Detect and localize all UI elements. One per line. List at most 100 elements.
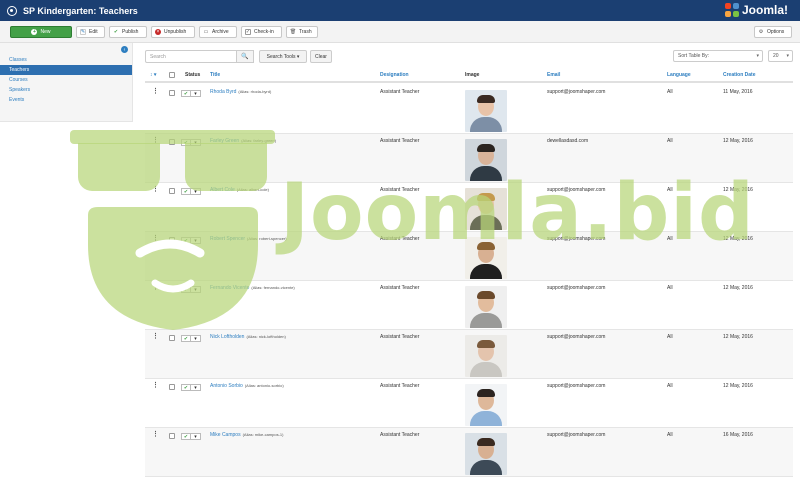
published-check-icon[interactable]: ✔ — [181, 188, 191, 195]
drag-handle-icon[interactable]: ⋮ — [152, 333, 159, 340]
published-check-icon[interactable]: ✔ — [181, 90, 191, 97]
options-button[interactable]: ⚙ Options — [754, 26, 792, 38]
sidebar-toggle-icon[interactable]: ‹ — [121, 46, 128, 53]
teacher-alias: (Alias: fernando-vicente) — [251, 285, 295, 290]
checkin-icon: ✓ — [245, 29, 251, 35]
status-toggle[interactable]: ✔ ▾ — [181, 139, 201, 146]
status-toggle[interactable]: ✔ ▾ — [181, 237, 201, 244]
status-toggle[interactable]: ✔ ▾ — [181, 433, 201, 440]
teacher-title-link[interactable]: Nick Loftholden (Alias: nick-loftholden) — [210, 334, 286, 340]
teacher-title-link[interactable]: Rhoda Byrd (Alias: rhoda-byrd) — [210, 89, 271, 95]
teacher-photo — [465, 335, 507, 377]
teacher-title-link[interactable]: Albert Cole (Alias: albert-cole) — [210, 187, 269, 193]
row-checkbox[interactable] — [169, 286, 175, 292]
language-cell: All — [667, 432, 673, 438]
drag-handle-icon[interactable]: ⋮ — [152, 186, 159, 193]
sidebar-item-speakers[interactable]: Speakers — [0, 85, 132, 95]
order-column-header[interactable]: ↕ ▾ — [150, 72, 156, 78]
status-toggle[interactable]: ✔ ▾ — [181, 384, 201, 391]
teacher-photo — [465, 90, 507, 132]
published-check-icon[interactable]: ✔ — [181, 286, 191, 293]
select-all-checkbox[interactable] — [169, 72, 175, 78]
row-checkbox[interactable] — [169, 433, 175, 439]
status-dropdown-icon[interactable]: ▾ — [191, 90, 201, 97]
sidebar-item-courses[interactable]: Courses — [0, 75, 132, 85]
teacher-alias: (Alias: mike-campos-1) — [242, 432, 284, 437]
search-input[interactable]: Search — [145, 50, 237, 63]
search-button[interactable]: 🔍 — [237, 50, 254, 63]
row-checkbox[interactable] — [169, 188, 175, 194]
status-toggle[interactable]: ✔ ▾ — [181, 286, 201, 293]
teacher-title-link[interactable]: Fernando Vicente (Alias: fernando-vicente… — [210, 285, 295, 291]
teacher-title-link[interactable]: Antonio Sorbio (Alias: antonio-sorbio) — [210, 383, 284, 389]
checkin-button[interactable]: ✓ Check-in — [241, 26, 282, 38]
title-column-header[interactable]: Title — [210, 72, 220, 78]
designation-column-header[interactable]: Designation — [380, 72, 409, 78]
status-dropdown-icon[interactable]: ▾ — [191, 286, 201, 293]
drag-handle-icon[interactable]: ⋮ — [152, 382, 159, 389]
creation-date-column-header[interactable]: Creation Date — [723, 72, 756, 78]
teacher-title-link[interactable]: Mike Campos (Alias: mike-campos-1) — [210, 432, 283, 438]
sort-select[interactable]: Sort Table By: — [673, 50, 763, 62]
archive-icon: ▭ — [203, 29, 209, 35]
email-column-header[interactable]: Email — [547, 72, 560, 78]
email-cell: support@joomshaper.com — [547, 285, 606, 291]
published-check-icon[interactable]: ✔ — [181, 335, 191, 342]
row-checkbox[interactable] — [169, 90, 175, 96]
drag-handle-icon[interactable]: ⋮ — [152, 235, 159, 242]
status-column-header[interactable]: Status — [185, 72, 200, 78]
teacher-title-link[interactable]: Robert Spencer (Alias: robert-spencer) — [210, 236, 287, 242]
sidebar-item-teachers[interactable]: Teachers — [0, 65, 132, 75]
status-dropdown-icon[interactable]: ▾ — [191, 384, 201, 391]
published-check-icon[interactable]: ✔ — [181, 139, 191, 146]
trash-button[interactable]: 🗑 Trash — [286, 26, 318, 38]
teacher-alias: (Alias: rhoda-byrd) — [238, 89, 272, 94]
unpublish-button[interactable]: × Unpublish — [151, 26, 195, 38]
drag-handle-icon[interactable]: ⋮ — [152, 88, 159, 95]
creation-date-cell: 12 May, 2016 — [723, 334, 753, 340]
joomla-brand-text: Joomla! — [741, 3, 788, 17]
status-toggle[interactable]: ✔ ▾ — [181, 90, 201, 97]
clear-button[interactable]: Clear — [310, 50, 332, 63]
published-check-icon[interactable]: ✔ — [181, 384, 191, 391]
row-checkbox[interactable] — [169, 139, 175, 145]
status-toggle[interactable]: ✔ ▾ — [181, 188, 201, 195]
joomla-menu-icon[interactable] — [7, 5, 17, 16]
new-button[interactable]: + New — [10, 26, 72, 38]
edit-icon: ✎ — [80, 29, 86, 35]
status-toggle[interactable]: ✔ ▾ — [181, 335, 201, 342]
sidebar: ‹ Classes Teachers Courses Speakers Even… — [0, 43, 133, 122]
table-row: ⋮ ✔ ▾ Fernando Vicente (Alias: fernando-v… — [145, 281, 793, 330]
designation-cell: Assistant Teacher — [380, 334, 420, 340]
published-check-icon[interactable]: ✔ — [181, 237, 191, 244]
sidebar-item-events[interactable]: Events — [0, 95, 132, 105]
archive-button[interactable]: ▭ Archive — [199, 26, 237, 38]
publish-button[interactable]: ✔ Publish — [109, 26, 147, 38]
language-cell: All — [667, 334, 673, 340]
language-column-header[interactable]: Language — [667, 72, 691, 78]
status-dropdown-icon[interactable]: ▾ — [191, 139, 201, 146]
edit-button[interactable]: ✎ Edit — [76, 26, 105, 38]
teacher-photo — [465, 384, 507, 426]
search-tools-button[interactable]: Search Tools ▾ — [259, 50, 307, 63]
joomla-logo[interactable]: Joomla! — [724, 3, 788, 17]
limit-select[interactable]: 20 — [768, 50, 793, 62]
teacher-photo — [465, 286, 507, 328]
row-checkbox[interactable] — [169, 335, 175, 341]
teacher-title-link[interactable]: Farley Green (Alias: farley-green) — [210, 138, 276, 144]
status-dropdown-icon[interactable]: ▾ — [191, 335, 201, 342]
trash-icon: 🗑 — [289, 29, 297, 35]
status-dropdown-icon[interactable]: ▾ — [191, 237, 201, 244]
unpublish-icon: × — [155, 29, 161, 35]
drag-handle-icon[interactable]: ⋮ — [152, 431, 159, 438]
row-checkbox[interactable] — [169, 237, 175, 243]
status-dropdown-icon[interactable]: ▾ — [191, 188, 201, 195]
status-dropdown-icon[interactable]: ▾ — [191, 433, 201, 440]
row-checkbox[interactable] — [169, 384, 175, 390]
drag-handle-icon[interactable]: ⋮ — [152, 284, 159, 291]
drag-handle-icon[interactable]: ⋮ — [152, 137, 159, 144]
published-check-icon[interactable]: ✔ — [181, 433, 191, 440]
watermark-text: Joomla.bid — [280, 168, 755, 258]
designation-cell: Assistant Teacher — [380, 285, 420, 291]
sidebar-item-classes[interactable]: Classes — [0, 55, 132, 65]
